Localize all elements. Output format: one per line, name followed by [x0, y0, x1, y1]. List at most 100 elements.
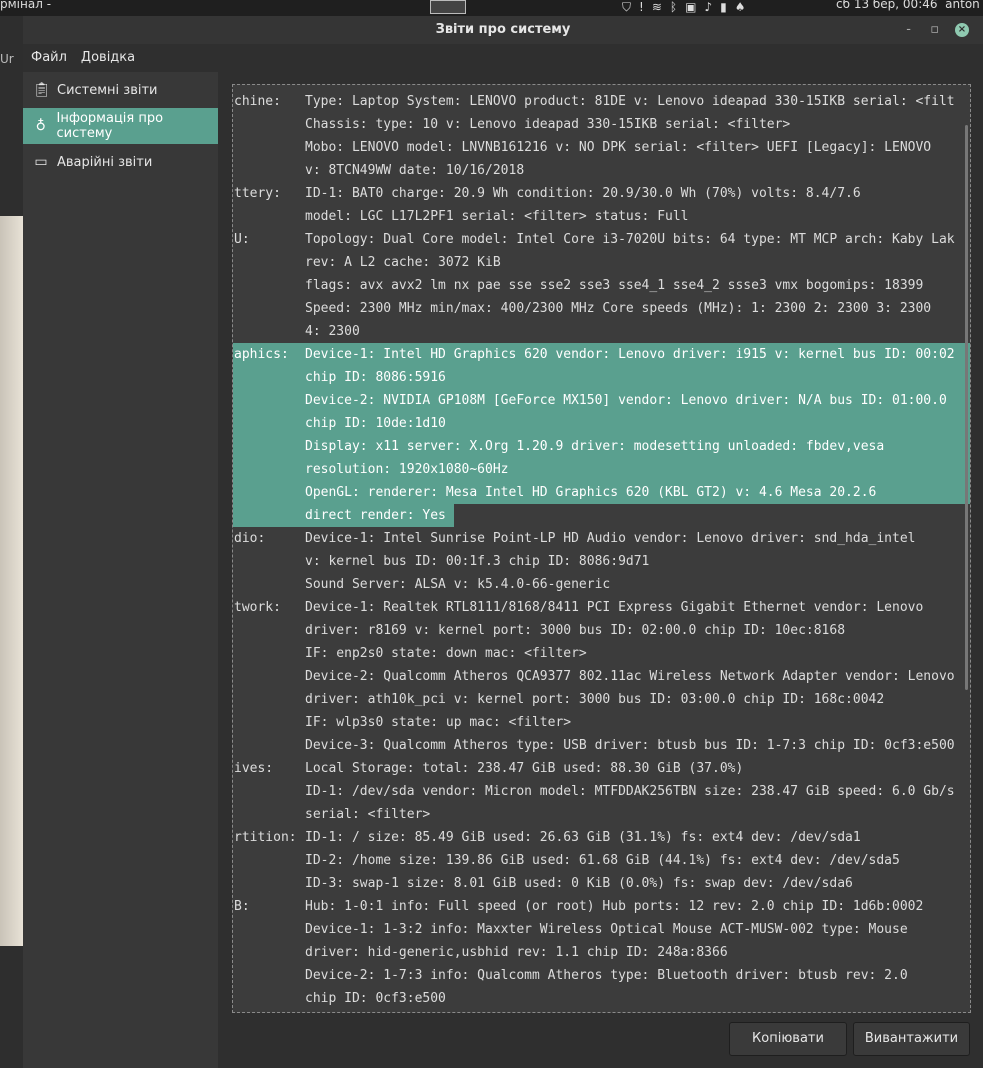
report-row: v: 8TCN49WW date: 10/16/2018 — [233, 159, 970, 182]
minimize-button[interactable]: - — [906, 16, 911, 44]
row-label — [233, 849, 305, 872]
system-reports-window: Звіти про систему - ▫ × Файл Довідка 📋︎ … — [23, 16, 983, 1068]
row-value: IF: enp2s0 state: down mac: <filter> — [305, 646, 587, 661]
clock[interactable]: сб 13 бер, 00:46 anton — [836, 0, 980, 11]
row-label — [233, 711, 305, 734]
row-value: Device-2: 1-7:3 info: Qualcomm Atheros t… — [305, 968, 908, 983]
row-label — [233, 412, 305, 435]
update-icon[interactable]: ▣ — [685, 0, 696, 14]
row-value: driver: r8169 v: kernel port: 3000 bus I… — [305, 623, 846, 638]
close-button[interactable]: × — [955, 23, 969, 37]
row-value: Device-1: Realtek RTL8111/8168/8411 PCI … — [305, 600, 924, 615]
taskbar-app-icon[interactable] — [430, 0, 466, 14]
row-label — [233, 734, 305, 757]
row-value: Local Storage: total: 238.47 GiB used: 8… — [305, 761, 744, 776]
row-value: serial: <filter> — [305, 807, 431, 822]
row-label — [233, 918, 305, 941]
selection: direct render: Yes — [233, 504, 454, 527]
sidebar-item-system-info[interactable]: ♁ Інформація про систему — [23, 108, 218, 144]
row-label: B: — [234, 899, 250, 914]
row-value: Device-3: Qualcomm Atheros type: USB dri… — [305, 738, 955, 753]
row-value: ID-1: BAT0 charge: 20.9 Wh condition: 20… — [305, 186, 861, 201]
row-value: rev: A L2 cache: 3072 KiB — [305, 255, 501, 270]
row-label — [233, 320, 305, 343]
row-label — [233, 458, 305, 481]
report-row: Chassis: type: 10 v: Lenovo ideapad 330-… — [233, 113, 970, 136]
top-panel: рмінал - ⛉ ! ≋ ᛒ ▣ ♪ ▮ ♠ сб 13 бер, 00:4… — [0, 0, 983, 16]
sidebar-item-crash-reports[interactable]: ▭ Аварійні звіти — [23, 144, 218, 180]
row-label — [233, 872, 305, 895]
row-label — [233, 297, 305, 320]
report-row: rtition: ID-1: / size: 85.49 GiB used: 26… — [233, 826, 970, 849]
row-label — [233, 205, 305, 228]
background-text: Ur — [0, 52, 14, 66]
system-tray: ⛉ ! ≋ ᛒ ▣ ♪ ▮ ♠ — [622, 0, 745, 14]
window-title: Звіти про систему — [435, 22, 571, 37]
alert-icon[interactable]: ! — [639, 0, 644, 14]
sidebar-item-label: Інформація про систему — [56, 111, 164, 141]
report-row: Display: x11 server: X.Org 1.20.9 driver… — [233, 435, 970, 458]
bell-icon[interactable]: ♠ — [735, 0, 746, 14]
report-row: ives: Local Storage: total: 238.47 GiB us… — [233, 757, 970, 780]
shield-icon[interactable]: ⛉ — [622, 0, 631, 14]
report-row: driver: ath10k_pci v: kernel port: 3000 … — [233, 688, 970, 711]
row-label: aphics: — [234, 347, 289, 362]
scrollbar[interactable] — [965, 125, 968, 690]
background-image — [0, 216, 23, 946]
row-value: chip ID: 8086:5916 — [305, 370, 446, 385]
report-row: Device-2: NVIDIA GP108M [GeForce MX150] … — [233, 389, 970, 412]
row-label — [233, 435, 305, 458]
row-label — [233, 159, 305, 182]
row-value: Type: Laptop System: LENOVO product: 81D… — [305, 94, 955, 109]
clipboard-icon: 📋︎ — [33, 82, 51, 98]
report-row: ID-2: /home size: 139.86 GiB used: 61.68… — [233, 849, 970, 872]
report-row: direct render: Yes — [233, 504, 970, 527]
row-label: ives: — [234, 761, 274, 776]
report-row: model: LGC L17L2PF1 serial: <filter> sta… — [233, 205, 970, 228]
row-value: Device-1: Intel HD Graphics 620 vendor: … — [305, 347, 955, 362]
sidebar-item-system-reports[interactable]: 📋︎ Системні звіти — [23, 72, 218, 108]
report-row: Sound Server: ALSA v: k5.4.0-66-generic — [233, 573, 970, 596]
maximize-button[interactable]: ▫ — [930, 16, 939, 44]
row-label: twork: — [234, 600, 281, 615]
row-label — [233, 665, 305, 688]
row-value: Device-1: 1-3:2 info: Maxxter Wireless O… — [305, 922, 908, 937]
bluetooth-icon[interactable]: ᛒ — [670, 0, 677, 14]
wifi-icon[interactable]: ≋ — [652, 0, 662, 14]
row-label — [233, 987, 305, 1010]
title-bar[interactable]: Звіти про систему - ▫ × — [23, 16, 983, 44]
row-label — [233, 251, 305, 274]
row-value: model: LGC L17L2PF1 serial: <filter> sta… — [305, 209, 689, 224]
row-label — [233, 481, 305, 504]
row-value: Display: x11 server: X.Org 1.20.9 driver… — [305, 439, 885, 454]
upload-button[interactable]: Вивантажити — [853, 1022, 970, 1056]
row-label: rtition: — [234, 830, 297, 845]
sidebar: 📋︎ Системні звіти ♁ Інформація про систе… — [23, 72, 218, 1068]
report-row: Mobo: LENOVO model: LNVNB161216 v: NO DP… — [233, 136, 970, 159]
row-label: dio: — [234, 531, 266, 546]
system-info-text[interactable]: chine: Type: Laptop System: LENOVO produc… — [232, 84, 971, 1013]
row-label — [233, 780, 305, 803]
report-row: Device-2: 1-7:3 info: Qualcomm Atheros t… — [233, 964, 970, 987]
row-value: driver: hid-generic,usbhid rev: 1.1 chip… — [305, 945, 728, 960]
row-label: chine: — [234, 94, 281, 109]
row-value: Topology: Dual Core model: Intel Core i3… — [305, 232, 955, 247]
volume-icon[interactable]: ♪ — [704, 0, 712, 14]
row-label: U: — [234, 232, 250, 247]
row-value: ID-3: swap-1 size: 8.01 GiB used: 0 KiB … — [305, 876, 853, 891]
menu-file[interactable]: Файл — [31, 44, 67, 72]
row-value: ID-2: /home size: 139.86 GiB used: 61.68… — [305, 853, 900, 868]
terminal-window-title[interactable]: рмінал - — [0, 0, 51, 11]
row-value: 4: 2300 — [305, 324, 360, 339]
menu-help[interactable]: Довідка — [81, 44, 135, 72]
monitor-sad-icon: ▭ — [34, 154, 48, 170]
row-label — [233, 803, 305, 826]
report-row: 4: 2300 — [233, 320, 970, 343]
row-value: Hub: 1-0:1 info: Full speed (or root) Hu… — [305, 899, 924, 914]
copy-button[interactable]: Копіювати — [729, 1022, 847, 1056]
row-value: v: kernel bus ID: 00:1f.3 chip ID: 8086:… — [305, 554, 650, 569]
row-label — [233, 964, 305, 987]
row-label — [233, 642, 305, 665]
battery-icon[interactable]: ▮ — [720, 0, 727, 14]
report-row: ttery: ID-1: BAT0 charge: 20.9 Wh conditi… — [233, 182, 970, 205]
